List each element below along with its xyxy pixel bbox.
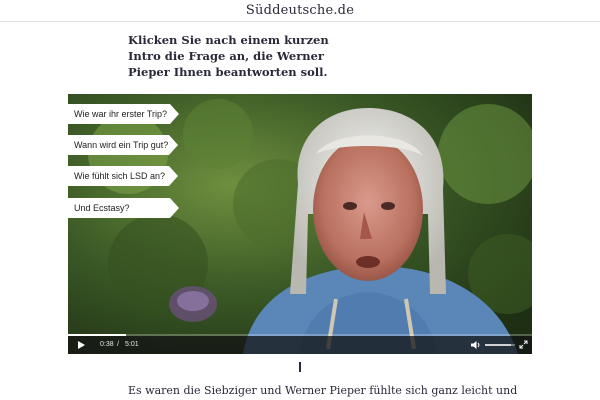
volume-fill bbox=[485, 344, 511, 346]
volume-slider[interactable] bbox=[485, 344, 515, 346]
article-body-text: Es waren die Siebziger und Werner Pieper… bbox=[128, 384, 518, 397]
site-logo[interactable]: Süddeutsche.de bbox=[246, 3, 354, 18]
video-controls: 0:38 / 5:01 bbox=[68, 334, 532, 354]
question-label: Wann wird ein Trip gut? bbox=[74, 140, 169, 150]
progress-fill bbox=[68, 334, 127, 336]
video-player[interactable]: Wie war ihr erster Trip? Wann wird ein T… bbox=[68, 94, 532, 354]
question-label: Wie fühlt sich LSD an? bbox=[74, 171, 166, 181]
question-label: Wie war ihr erster Trip? bbox=[74, 109, 168, 119]
question-label: Und Ecstasy? bbox=[74, 203, 130, 213]
fullscreen-icon[interactable] bbox=[519, 340, 528, 349]
site-header: Süddeutsche.de bbox=[0, 0, 600, 22]
question-ecstasy-button[interactable]: Und Ecstasy? bbox=[68, 198, 179, 218]
question-lsd-feeling-button[interactable]: Wie fühlt sich LSD an? bbox=[68, 166, 178, 186]
play-icon[interactable] bbox=[76, 340, 86, 350]
duration: 5:01 bbox=[125, 341, 139, 348]
video-frame bbox=[68, 94, 532, 354]
progress-bar[interactable] bbox=[68, 334, 532, 336]
question-first-trip-button[interactable]: Wie war ihr erster Trip? bbox=[68, 104, 179, 124]
current-time: 0:38 bbox=[100, 341, 114, 348]
time-separator: / bbox=[117, 341, 119, 348]
intro-text: Klicken Sie nach einem kurzen Intro die … bbox=[128, 33, 329, 79]
section-divider bbox=[299, 362, 301, 372]
volume-icon[interactable] bbox=[470, 340, 481, 350]
question-good-trip-button[interactable]: Wann wird ein Trip gut? bbox=[68, 135, 178, 155]
